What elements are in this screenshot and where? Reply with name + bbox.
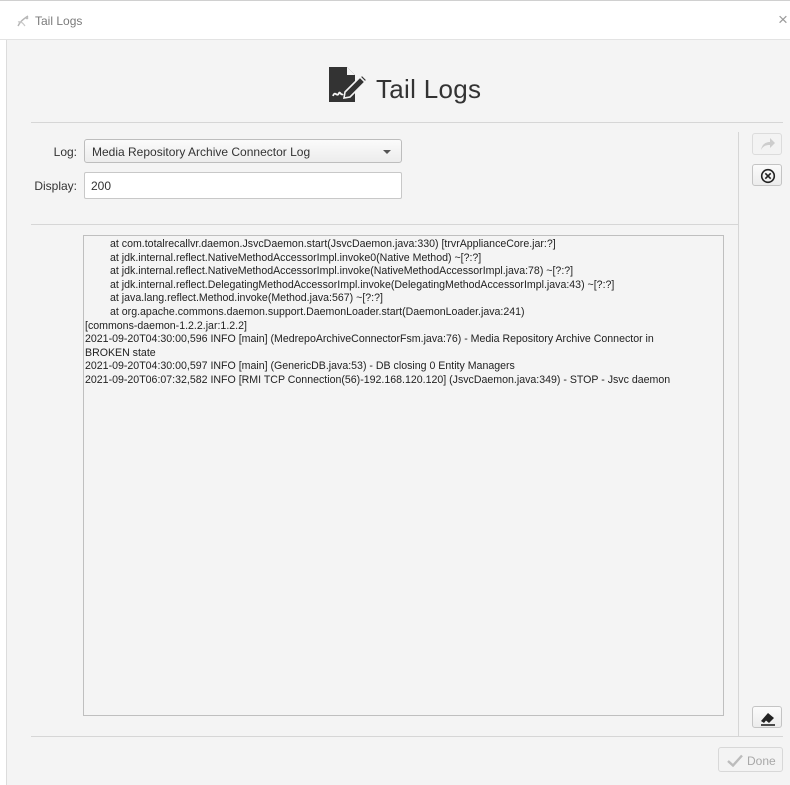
display-count-input[interactable]: 200 (84, 172, 402, 199)
log-line: at jdk.internal.reflect.NativeMethodAcce… (110, 251, 482, 264)
edit-document-icon (329, 67, 369, 102)
log-select[interactable]: Media Repository Archive Connector Log (84, 139, 402, 163)
log-line: at jdk.internal.reflect.NativeMethodAcce… (110, 265, 574, 278)
clear-log-button[interactable] (752, 706, 782, 728)
chevron-down-icon (383, 150, 391, 154)
dialog-header: Tail Logs (7, 40, 790, 123)
done-label: Done (747, 754, 776, 768)
log-output-area[interactable]: at com.totalrecallvr.daemon.JsvcDaemon.s… (83, 235, 724, 716)
log-line: at java.lang.reflect.Method.invoke(Metho… (110, 292, 383, 305)
log-line: [commons-daemon-1.2.2.jar:1.2.2] (85, 319, 247, 332)
app-logo-icon (17, 15, 29, 27)
log-label: Log: (53, 145, 77, 159)
window-titlebar: Tail Logs × (0, 0, 790, 40)
log-line: BROKEN state (85, 346, 156, 359)
footer-divider (31, 736, 783, 737)
tail-logs-dialog: Tail Logs Log: Media Repository Archive … (6, 40, 790, 785)
display-label: Display: (34, 179, 77, 193)
side-divider (738, 132, 739, 736)
close-log-button[interactable] (752, 164, 782, 186)
log-select-value: Media Repository Archive Connector Log (92, 145, 311, 159)
log-line: at jdk.internal.reflect.DelegatingMethod… (110, 278, 615, 291)
share-log-button[interactable] (752, 133, 782, 155)
header-divider (31, 122, 783, 123)
eraser-icon (761, 713, 775, 726)
check-icon (727, 754, 743, 767)
log-line: at com.totalrecallvr.daemon.JsvcDaemon.s… (110, 238, 556, 250)
circle-x-icon (760, 168, 776, 184)
log-line: 2021-09-20T04:30:00,596 INFO [main] (Med… (85, 333, 654, 346)
log-line: at org.apache.commons.daemon.support.Dae… (110, 306, 525, 318)
log-line: 2021-09-20T06:07:32,582 INFO [RMI TCP Co… (85, 374, 671, 386)
log-line: 2021-09-20T04:30:00,597 INFO [main] (Gen… (85, 360, 515, 373)
done-button[interactable]: Done (718, 747, 783, 772)
window-title: Tail Logs (35, 14, 83, 28)
form-divider (31, 224, 739, 225)
share-arrow-icon (761, 138, 775, 150)
page-title: Tail Logs (376, 74, 482, 104)
window-close-icon[interactable]: × (778, 10, 790, 30)
